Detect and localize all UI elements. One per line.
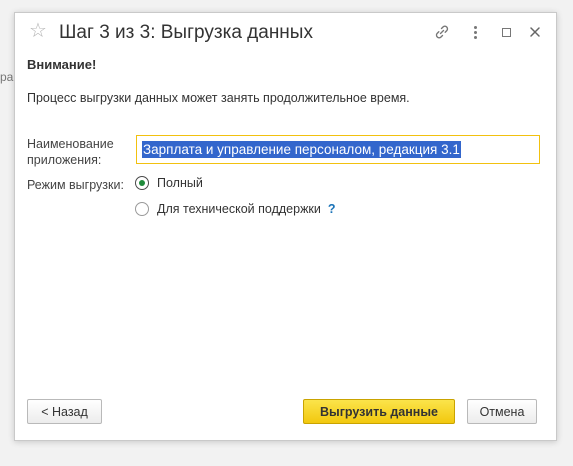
radio-option-full[interactable]: Полный	[135, 176, 203, 190]
help-icon[interactable]: ?	[328, 202, 336, 216]
window-title: Шаг 3 из 3: Выгрузка данных	[59, 22, 313, 43]
radio-option-tech-support[interactable]: Для технической поддержки ?	[135, 202, 336, 216]
export-data-button[interactable]: Выгрузить данные	[303, 399, 455, 424]
radio-button-full[interactable]	[135, 176, 149, 190]
app-name-label: Наименование приложения:	[27, 137, 114, 167]
app-name-value: Зарплата и управление персоналом, редакц…	[142, 141, 461, 158]
link-icon[interactable]	[433, 23, 451, 41]
radio-label-full: Полный	[157, 176, 203, 190]
export-mode-label: Режим выгрузки:	[27, 178, 124, 192]
radio-button-tech-support[interactable]	[135, 202, 149, 216]
star-icon[interactable]: ☆	[29, 21, 47, 41]
dialog-window: ☆ Шаг 3 из 3: Выгрузка данных Внимание! …	[14, 12, 557, 441]
maximize-icon[interactable]	[497, 23, 515, 41]
close-icon[interactable]	[526, 23, 544, 41]
radio-label-tech-support: Для технической поддержки	[157, 202, 321, 216]
more-icon[interactable]	[466, 23, 484, 41]
back-button[interactable]: < Назад	[27, 399, 102, 424]
app-name-field[interactable]: Зарплата и управление персоналом, редакц…	[136, 135, 540, 164]
warning-text: Процесс выгрузки данных может занять про…	[27, 91, 410, 105]
title-bar: ☆ Шаг 3 из 3: Выгрузка данных	[15, 13, 556, 53]
cancel-button[interactable]: Отмена	[467, 399, 537, 424]
warning-title: Внимание!	[27, 57, 97, 72]
